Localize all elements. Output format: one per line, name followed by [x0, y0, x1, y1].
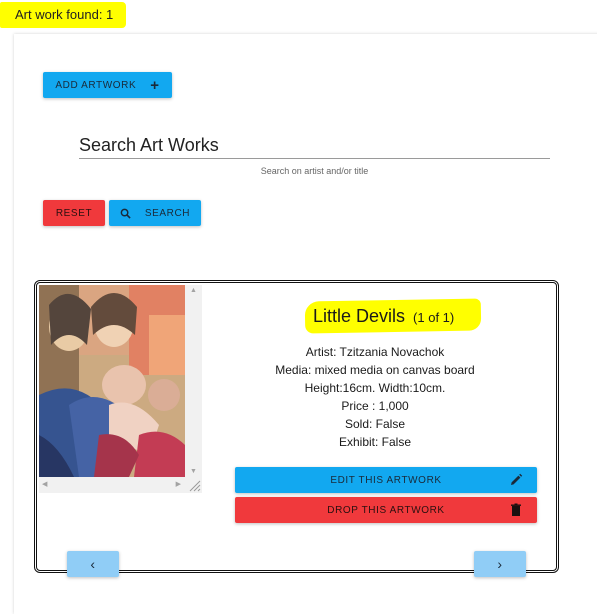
chevron-right-icon: › — [497, 556, 503, 572]
search-input[interactable] — [79, 133, 550, 158]
scroll-up-icon[interactable]: ▲ — [190, 287, 197, 294]
artwork-image — [39, 285, 185, 477]
artwork-exhibit: Exhibit: False — [338, 435, 412, 449]
artwork-details: Artist: Tzitzania Novachok Media: mixed … — [237, 343, 513, 451]
previous-artwork-button[interactable]: ‹ — [67, 551, 119, 577]
drop-artwork-label: DROP THIS ARTWORK — [327, 504, 445, 516]
artwork-artist: Artist: Tzitzania Novachok — [305, 345, 445, 359]
edit-artwork-label: EDIT THIS ARTWORK — [330, 474, 442, 486]
artwork-dimensions: Height:16cm. Width:10cm. — [304, 381, 446, 395]
add-artwork-label: ADD ARTWORK — [55, 79, 137, 91]
trash-icon — [511, 503, 521, 516]
scroll-down-icon[interactable]: ▼ — [190, 468, 197, 475]
artwork-price: Price : 1,000 — [341, 399, 409, 413]
edit-artwork-button[interactable]: EDIT THIS ARTWORK — [235, 467, 537, 493]
drop-artwork-button[interactable]: DROP THIS ARTWORK — [235, 497, 537, 523]
add-artwork-button[interactable]: ADD ARTWORK + — [43, 72, 172, 98]
artwork-title: Little Devils (1 of 1) — [313, 306, 454, 327]
search-hint: Search on artist and/or title — [260, 166, 369, 176]
artwork-sold: Sold: False — [344, 417, 406, 431]
artwork-card: ▲ ▼ ◀ ▶ Little Devils (1 of 1) Artist: T… — [34, 280, 559, 577]
search-field — [79, 133, 550, 159]
horizontal-scrollbar[interactable]: ◀ ▶ — [39, 477, 185, 493]
chevron-left-icon: ‹ — [90, 556, 96, 572]
search-label: SEARCH — [144, 207, 191, 219]
artwork-title-text: Little Devils — [313, 306, 406, 326]
search-icon — [120, 208, 131, 219]
scroll-left-icon[interactable]: ◀ — [42, 480, 47, 488]
artwork-counter: (1 of 1) — [413, 310, 455, 325]
next-artwork-button[interactable]: › — [474, 551, 526, 577]
artwork-media: Media: mixed media on canvas board — [275, 363, 475, 377]
vertical-scrollbar[interactable]: ▲ ▼ — [185, 285, 202, 477]
reset-label: RESET — [55, 207, 93, 219]
scroll-right-icon[interactable]: ▶ — [176, 480, 181, 488]
resize-grip-icon[interactable] — [185, 477, 202, 493]
reset-button[interactable]: RESET — [43, 200, 105, 226]
artwork-found-count: Art work found: 1 — [0, 2, 126, 28]
search-button[interactable]: SEARCH — [109, 200, 201, 226]
artwork-image-frame[interactable]: ▲ ▼ ◀ ▶ — [39, 285, 202, 493]
plus-icon: + — [150, 76, 160, 94]
pencil-icon — [511, 473, 523, 485]
